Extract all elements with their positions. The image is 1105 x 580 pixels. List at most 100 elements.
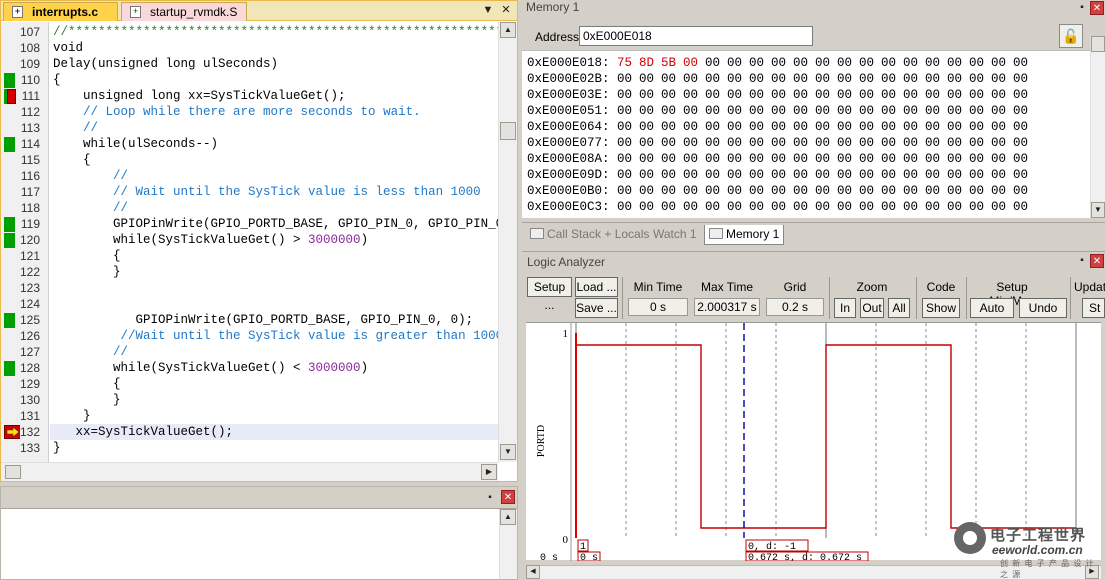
tab-startup-rvmdk-s[interactable]: + startup_rvmdk.S bbox=[121, 2, 247, 21]
lock-icon[interactable]: 🔓 bbox=[1059, 24, 1083, 48]
load-button[interactable]: Load ... bbox=[575, 277, 618, 297]
memory-byte[interactable]: 00 bbox=[661, 199, 683, 215]
code-line[interactable]: { bbox=[53, 152, 91, 168]
memory-byte[interactable]: 00 bbox=[903, 183, 925, 199]
code-line[interactable]: GPIOPinWrite(GPIO_PORTD_BASE, GPIO_PIN_0… bbox=[53, 216, 498, 232]
memory-byte[interactable]: 00 bbox=[1013, 103, 1035, 119]
memory-byte[interactable]: 00 bbox=[1013, 151, 1035, 167]
memory-byte[interactable]: 00 bbox=[727, 119, 749, 135]
memory-byte[interactable]: 00 bbox=[661, 135, 683, 151]
memory-byte[interactable]: 00 bbox=[903, 87, 925, 103]
update-screen-button[interactable]: St bbox=[1082, 298, 1105, 318]
memory-byte[interactable]: 00 bbox=[859, 71, 881, 87]
memory-byte[interactable]: 00 bbox=[947, 119, 969, 135]
memory-byte[interactable]: 00 bbox=[925, 103, 947, 119]
memory-row[interactable]: 0xE000E0C3: 00 00 00 00 00 00 00 00 00 00 00 00 00 00… bbox=[527, 199, 1035, 215]
memory-byte[interactable]: 00 bbox=[947, 135, 969, 151]
memory-byte[interactable]: 00 bbox=[793, 87, 815, 103]
output-vertical-scrollbar[interactable]: ▲ bbox=[499, 509, 517, 579]
memory-byte[interactable]: 00 bbox=[815, 87, 837, 103]
memory-byte[interactable]: 00 bbox=[727, 199, 749, 215]
memory-byte[interactable]: 00 bbox=[793, 103, 815, 119]
memory-row[interactable]: 0xE000E064: 00 00 00 00 00 00 00 00 00 00 00 00 00 00… bbox=[527, 119, 1035, 135]
memory-byte[interactable]: 00 bbox=[617, 151, 639, 167]
memory-byte[interactable]: 00 bbox=[991, 71, 1013, 87]
memory-byte[interactable]: 00 bbox=[771, 103, 793, 119]
memory-byte[interactable]: 00 bbox=[705, 71, 727, 87]
gutter-line[interactable]: 109 bbox=[1, 56, 48, 72]
gutter-line[interactable]: 108 bbox=[1, 40, 48, 56]
memory-byte[interactable]: 00 bbox=[617, 119, 639, 135]
memory-byte[interactable]: 00 bbox=[661, 151, 683, 167]
code-line[interactable]: // bbox=[53, 168, 128, 184]
editor-horizontal-scrollbar[interactable]: ▶ bbox=[1, 462, 498, 481]
memory-byte[interactable]: 00 bbox=[925, 71, 947, 87]
memory-byte[interactable]: 00 bbox=[793, 183, 815, 199]
memory-byte[interactable]: 00 bbox=[969, 71, 991, 87]
code-area[interactable]: //**************************************… bbox=[50, 22, 498, 462]
memory-byte[interactable]: 00 bbox=[749, 55, 771, 71]
memory-byte[interactable]: 00 bbox=[815, 103, 837, 119]
close-icon[interactable]: ✕ bbox=[499, 3, 513, 17]
pin-icon[interactable]: ▪ bbox=[1076, 255, 1088, 267]
scroll-right-icon[interactable]: ▶ bbox=[481, 464, 497, 480]
memory-byte[interactable]: 00 bbox=[639, 103, 661, 119]
memory-byte[interactable]: 00 bbox=[903, 55, 925, 71]
gutter-line[interactable]: 131 bbox=[1, 408, 48, 424]
memory-byte[interactable]: 00 bbox=[903, 199, 925, 215]
memory-byte[interactable]: 00 bbox=[705, 183, 727, 199]
memory-byte[interactable]: 00 bbox=[925, 199, 947, 215]
memory-byte[interactable]: 00 bbox=[1013, 183, 1035, 199]
memory-byte[interactable]: 00 bbox=[793, 167, 815, 183]
memory-byte[interactable]: 00 bbox=[683, 87, 705, 103]
memory-byte[interactable]: 00 bbox=[639, 167, 661, 183]
memory-byte[interactable]: 00 bbox=[837, 183, 859, 199]
gutter-line[interactable]: 125 bbox=[1, 312, 48, 328]
memory-byte[interactable]: 00 bbox=[705, 87, 727, 103]
memory-byte[interactable]: 00 bbox=[727, 183, 749, 199]
memory-byte[interactable]: 00 bbox=[837, 199, 859, 215]
memory-byte[interactable]: 00 bbox=[991, 135, 1013, 151]
memory-byte[interactable]: 00 bbox=[903, 71, 925, 87]
close-icon[interactable]: ✕ bbox=[501, 490, 515, 504]
memory-byte[interactable]: 00 bbox=[837, 55, 859, 71]
code-line[interactable]: while(SysTickValueGet() < 3000000) bbox=[53, 360, 368, 376]
memory-byte[interactable]: 00 bbox=[991, 119, 1013, 135]
scroll-thumb[interactable] bbox=[1091, 36, 1105, 52]
memory-byte[interactable]: 00 bbox=[639, 135, 661, 151]
zoom-in-button[interactable]: In bbox=[834, 298, 856, 318]
memory-row[interactable]: 0xE000E08A: 00 00 00 00 00 00 00 00 00 00 00 00 00 00… bbox=[527, 151, 1035, 167]
memory-byte[interactable]: 00 bbox=[969, 199, 991, 215]
memory-byte[interactable]: 00 bbox=[859, 167, 881, 183]
memory-byte[interactable]: 00 bbox=[925, 135, 947, 151]
auto-button[interactable]: Auto bbox=[970, 298, 1014, 318]
memory-byte[interactable]: 8D bbox=[639, 55, 661, 71]
memory-byte[interactable]: 00 bbox=[683, 151, 705, 167]
memory-byte[interactable]: 00 bbox=[815, 167, 837, 183]
memory-byte[interactable]: 00 bbox=[859, 151, 881, 167]
memory-byte[interactable]: 00 bbox=[771, 199, 793, 215]
gutter-line[interactable]: 132 bbox=[1, 424, 48, 440]
gutter-line[interactable]: 123 bbox=[1, 280, 48, 296]
memory-byte[interactable]: 00 bbox=[881, 183, 903, 199]
memory-byte[interactable]: 00 bbox=[881, 167, 903, 183]
hscroll-thumb[interactable] bbox=[5, 465, 21, 479]
memory-byte[interactable]: 75 bbox=[617, 55, 639, 71]
gutter-line[interactable]: 130 bbox=[1, 392, 48, 408]
memory-vertical-scrollbar[interactable]: ▼ bbox=[1090, 36, 1105, 218]
memory-byte[interactable]: 00 bbox=[793, 151, 815, 167]
memory-byte[interactable]: 00 bbox=[749, 167, 771, 183]
memory-byte[interactable]: 00 bbox=[859, 119, 881, 135]
scroll-thumb[interactable] bbox=[500, 122, 516, 140]
memory-byte[interactable]: 00 bbox=[749, 199, 771, 215]
memory-byte[interactable]: 00 bbox=[925, 119, 947, 135]
editor-vertical-scrollbar[interactable]: ▲ ▼ bbox=[498, 22, 517, 462]
memory-byte[interactable]: 00 bbox=[705, 55, 727, 71]
memory-byte[interactable]: 00 bbox=[1013, 119, 1035, 135]
memory-byte[interactable]: 00 bbox=[947, 87, 969, 103]
scroll-left-icon[interactable]: ◀ bbox=[526, 565, 540, 579]
memory-byte[interactable]: 00 bbox=[617, 135, 639, 151]
memory-byte[interactable]: 00 bbox=[705, 167, 727, 183]
gutter-line[interactable]: 110 bbox=[1, 72, 48, 88]
memory-byte[interactable]: 00 bbox=[859, 199, 881, 215]
